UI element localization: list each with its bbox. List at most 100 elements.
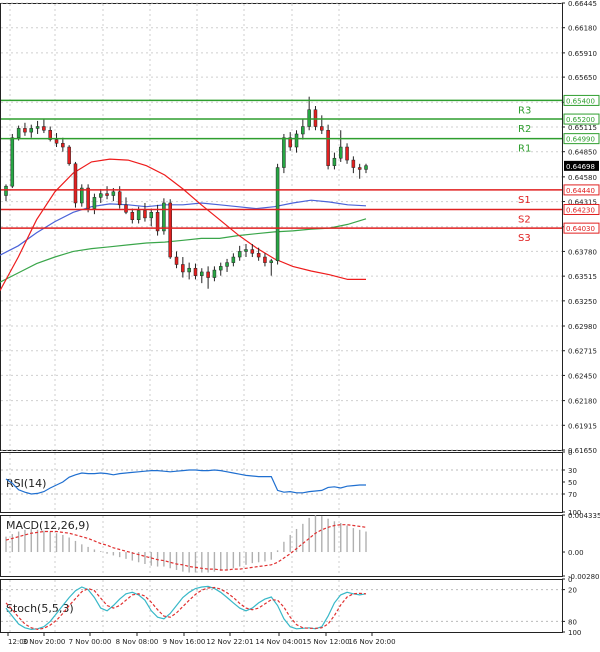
level-r1-label: R1 <box>518 144 531 155</box>
candle-bear <box>143 210 147 219</box>
candle-bear <box>256 253 261 258</box>
macd-axis-tick-label: -0.002807 <box>568 573 600 581</box>
level-s2-price: 0.64230 <box>566 206 595 214</box>
candle-bull <box>218 266 223 271</box>
candle-bull <box>244 249 248 252</box>
candle-bull <box>4 185 8 196</box>
candle-bear <box>42 126 46 131</box>
candle-bear <box>181 264 185 273</box>
time-tick-label: 9 Nov 16:00 <box>163 638 206 646</box>
candle-bear <box>86 187 90 209</box>
candle-bear <box>357 167 362 170</box>
candle-bull <box>225 262 229 267</box>
macd-signal-line <box>5 524 367 571</box>
candle-bull <box>10 137 15 187</box>
candle-bull <box>16 128 21 138</box>
candle-bull <box>332 157 337 166</box>
candle-bear <box>61 143 65 148</box>
time-tick-label: 3 Nov 20:00 <box>23 638 66 646</box>
level-s3-label: S3 <box>518 233 531 244</box>
candle-bear <box>174 256 179 265</box>
candle-bull <box>149 212 154 219</box>
candle-bear <box>105 193 109 196</box>
price-axis-tick-label: 0.65650 <box>568 74 597 82</box>
candle-bull <box>269 260 274 263</box>
time-tick-label: 16 Nov 20:00 <box>348 638 395 646</box>
candle-bear <box>54 139 59 144</box>
rsi-axis-tick-label: 30 <box>568 467 577 475</box>
price-axis-tick-label: 0.64580 <box>568 174 597 182</box>
level-r3-label: R3 <box>518 105 531 116</box>
candle-bull <box>212 269 217 278</box>
time-tick-label: 8 Nov 08:00 <box>116 638 159 646</box>
level-r2-label: R2 <box>518 124 531 135</box>
candle-bull <box>136 210 141 220</box>
price-chart: 0.664450.661800.659100.656500.653800.651… <box>0 0 600 646</box>
candle-bull <box>294 133 299 148</box>
price-axis-tick-label: 0.63250 <box>568 298 597 306</box>
price-axis-tick-label: 0.65115 <box>568 124 597 132</box>
rsi-axis-tick-label: 50 <box>568 479 577 487</box>
candle-bull <box>162 202 166 232</box>
level-s1-price: 0.64440 <box>566 187 595 195</box>
candle-bull <box>111 191 116 196</box>
candle-bear <box>345 146 349 161</box>
candle-bear <box>73 163 78 204</box>
level-r2-price: 0.65200 <box>566 116 595 124</box>
price-axis-tick-label: 0.62180 <box>568 398 597 406</box>
current-price-label: 0.64698 <box>566 163 595 171</box>
candle-bear <box>124 204 128 213</box>
stochastic-panel: Stoch(5,5,3) 10080200 <box>0 576 581 637</box>
rsi-axis-tick-label: 0 <box>568 449 572 457</box>
price-axis-tick-label: 0.65910 <box>568 50 597 58</box>
candle-bull <box>307 109 311 127</box>
candle-bear <box>206 271 210 278</box>
price-axis-tick-label: 0.62715 <box>568 348 597 356</box>
stoch-axis-tick-label: 80 <box>568 618 577 626</box>
candle-bull <box>364 165 368 170</box>
macd-axis-tick-label: 0.00 <box>568 549 584 557</box>
price-axis-tick-label: 0.66445 <box>568 0 597 8</box>
candle-bear <box>193 267 198 276</box>
candle-bear <box>117 191 122 206</box>
time-tick-label: 14 Nov 04:00 <box>255 638 302 646</box>
candle-bear <box>130 212 135 220</box>
candle-bear <box>320 126 324 131</box>
rsi-line <box>5 469 366 495</box>
time-axis: 12:003 Nov 20:00 7 Nov 00:00 8 Nov 08:00 9 … <box>7 632 396 646</box>
rsi-axis-tick-label: 70 <box>568 491 577 499</box>
candle-bull <box>231 256 236 263</box>
price-axis-tick-label: 0.64850 <box>568 149 597 157</box>
price-axis-tick-label: 0.62980 <box>568 323 597 331</box>
candle-bull <box>237 251 242 258</box>
candle-bear <box>67 146 71 165</box>
candle-bear <box>250 249 255 254</box>
time-tick-label: 12 Nov 22:01 <box>206 638 253 646</box>
candle-bull <box>92 197 97 209</box>
candle-bull <box>301 126 305 135</box>
candle-bull <box>187 267 191 273</box>
candle-bull <box>200 271 204 276</box>
level-r3-price: 0.65400 <box>566 97 595 105</box>
candle-bear <box>168 202 172 258</box>
level-s3-price: 0.64030 <box>566 225 595 233</box>
candle-bear <box>326 129 330 166</box>
candle-bull <box>29 128 34 133</box>
candle-bear <box>263 256 267 263</box>
macd-panel: MACD(12,26,9) 0.004335 0.00 -0.002807 <box>0 512 600 581</box>
level-r1-price: 0.64990 <box>566 136 595 144</box>
rsi-panel-frame <box>0 452 563 513</box>
price-axis-tick-label: 0.66180 <box>568 25 597 33</box>
stoch-axis-tick-label: 20 <box>568 587 577 595</box>
price-axis-tick-label: 0.61915 <box>568 422 597 430</box>
candle-bull <box>35 126 40 129</box>
macd-label: MACD(12,26,9) <box>6 519 90 532</box>
stoch-axis-tick-label: 0 <box>568 576 572 584</box>
price-axis-tick-label: 0.62450 <box>568 372 597 380</box>
price-axis-tick-label: 0.63780 <box>568 248 597 256</box>
price-axis-tick-label: 0.63515 <box>568 273 597 281</box>
candle-bull <box>338 146 343 159</box>
stoch-axis-tick-label: 100 <box>568 629 581 637</box>
stoch-panel-frame <box>0 579 563 633</box>
level-s2-label: S2 <box>518 214 531 225</box>
